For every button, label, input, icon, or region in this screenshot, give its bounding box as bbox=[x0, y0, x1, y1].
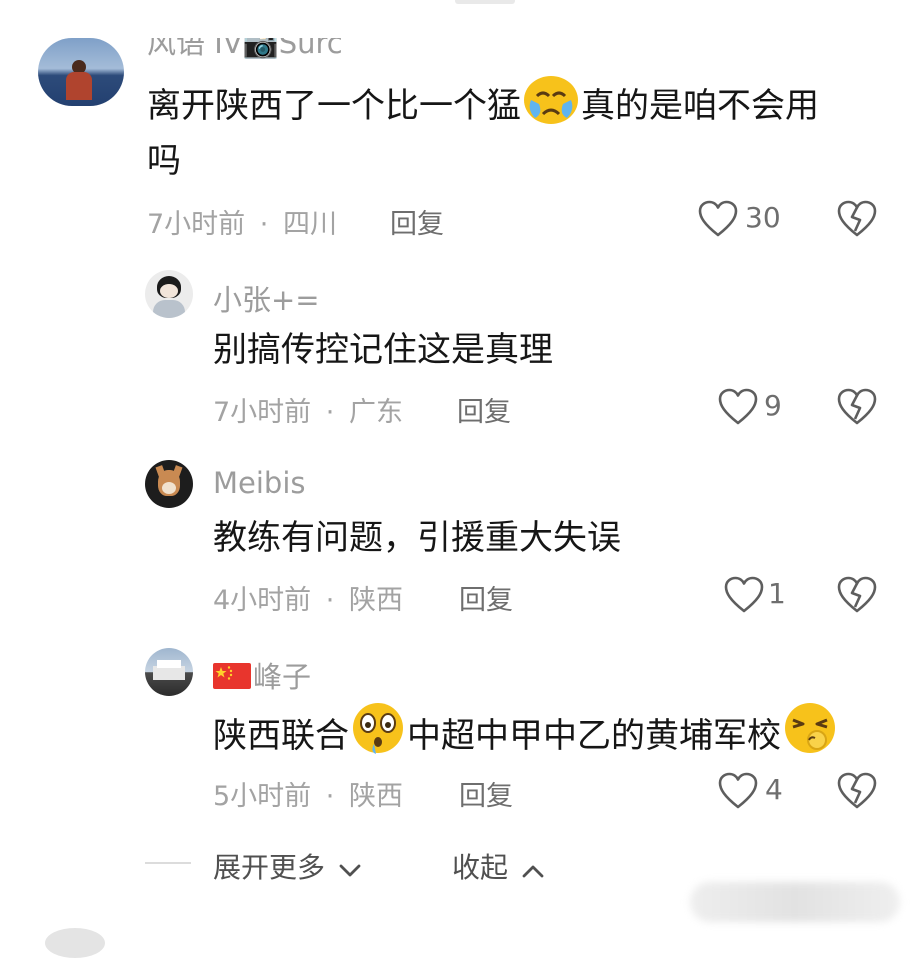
collapse-button[interactable]: 收起 bbox=[452, 846, 545, 886]
comment-meta: 4小时前 · 陕西 bbox=[213, 578, 403, 617]
location: 广东 bbox=[348, 397, 403, 428]
meta-separator: · bbox=[259, 209, 269, 240]
shushing-face-emoji bbox=[781, 700, 839, 775]
location: 陕西 bbox=[348, 585, 403, 616]
username[interactable]: Meibis bbox=[213, 466, 306, 500]
heart-outline-icon[interactable] bbox=[724, 576, 764, 618]
broken-heart-icon[interactable] bbox=[837, 388, 877, 430]
heart-outline-icon[interactable] bbox=[718, 388, 758, 430]
meta-separator: · bbox=[325, 397, 335, 428]
timestamp: 5小时前 bbox=[213, 781, 312, 812]
avatar[interactable] bbox=[145, 460, 193, 508]
comment-text-part: 离开陕西了一个比一个猛 bbox=[147, 86, 521, 126]
heart-outline-icon[interactable] bbox=[698, 200, 738, 242]
comment-text: 离开陕西了一个比一个猛 真的是咱不会用 bbox=[147, 70, 819, 145]
watermark-blur bbox=[690, 882, 900, 922]
reply-button[interactable]: 回复 bbox=[459, 578, 513, 617]
broken-heart-icon[interactable] bbox=[837, 200, 877, 242]
username[interactable]: 峰子 bbox=[213, 654, 311, 696]
comment-text-part: 中超中甲中乙的黄埔军校 bbox=[407, 716, 781, 756]
like-count: 9 bbox=[764, 389, 782, 422]
comment-text: 陕西联合 中超中甲中乙的黄埔军校 bbox=[213, 700, 839, 775]
username[interactable]: 风语 IV📷Surc bbox=[147, 38, 343, 62]
collapse-label: 收起 bbox=[452, 851, 509, 884]
comment-text: 教练有问题，引援重大失误 bbox=[213, 518, 621, 558]
meta-separator: · bbox=[325, 781, 335, 812]
divider-line bbox=[145, 862, 191, 864]
meta-separator: · bbox=[325, 585, 335, 616]
timestamp: 4小时前 bbox=[213, 585, 312, 616]
timestamp: 7小时前 bbox=[213, 397, 312, 428]
timestamp: 7小时前 bbox=[147, 209, 246, 240]
expand-more-label: 展开更多 bbox=[213, 851, 326, 884]
like-count: 30 bbox=[745, 201, 781, 234]
heart-outline-icon[interactable] bbox=[718, 772, 758, 814]
like-count: 4 bbox=[765, 773, 783, 806]
china-flag-icon bbox=[213, 662, 251, 696]
location: 四川 bbox=[282, 209, 337, 240]
avatar[interactable] bbox=[145, 270, 193, 318]
comment-text: 别搞传控记住这是真理 bbox=[213, 330, 553, 370]
avatar[interactable] bbox=[145, 648, 193, 696]
comment-meta: 7小时前 · 四川 bbox=[147, 202, 337, 241]
comment-text-line-2: 吗 bbox=[147, 141, 181, 181]
shocked-face-emoji bbox=[349, 700, 407, 775]
reply-button[interactable]: 回复 bbox=[457, 390, 511, 429]
like-count: 1 bbox=[768, 577, 786, 610]
reply-button[interactable]: 回复 bbox=[459, 774, 513, 813]
username[interactable]: 小张+= bbox=[213, 277, 320, 319]
broken-heart-icon[interactable] bbox=[837, 576, 877, 618]
crying-face-emoji bbox=[521, 70, 581, 145]
comment-text-part: 真的是咱不会用 bbox=[581, 86, 819, 126]
comment-text-part: 陕西联合 bbox=[213, 716, 349, 756]
broken-heart-icon[interactable] bbox=[837, 772, 877, 814]
username-text: 峰子 bbox=[253, 660, 312, 694]
comment-meta: 7小时前 · 广东 bbox=[213, 390, 403, 429]
chevron-up-icon bbox=[521, 853, 545, 886]
location: 陕西 bbox=[348, 781, 403, 812]
clipped-top-edge bbox=[455, 0, 515, 4]
comment-meta: 5小时前 · 陕西 bbox=[213, 774, 403, 813]
chevron-down-icon bbox=[338, 853, 362, 886]
reply-button[interactable]: 回复 bbox=[390, 202, 444, 241]
expand-more-button[interactable]: 展开更多 bbox=[213, 846, 362, 886]
avatar[interactable] bbox=[38, 38, 124, 106]
next-comment-avatar[interactable] bbox=[45, 928, 105, 958]
